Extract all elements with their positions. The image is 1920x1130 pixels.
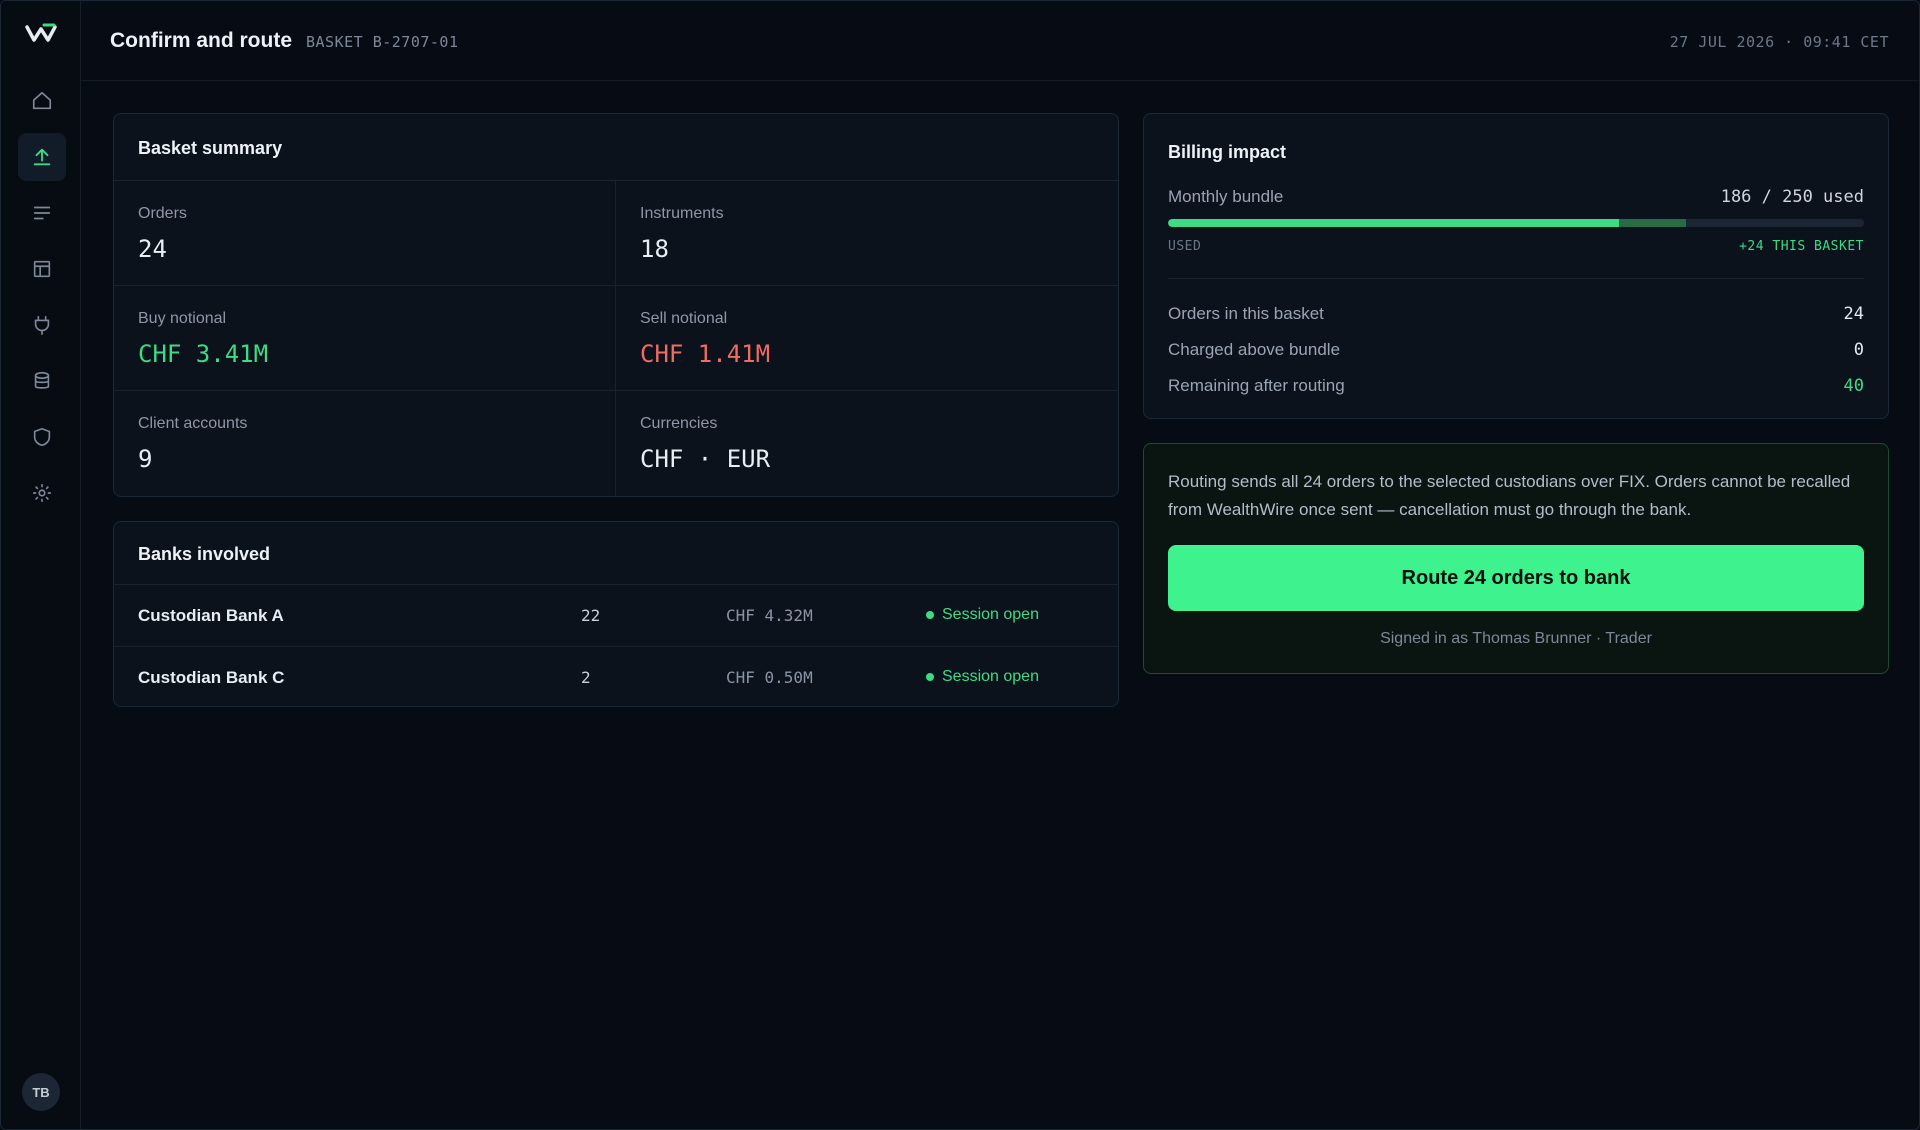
basket-caption: +24 THIS BASKET bbox=[1739, 239, 1864, 254]
stat-value: 18 bbox=[640, 235, 669, 263]
stat-value: CHF 3.41M bbox=[138, 340, 269, 368]
stat-value: 9 bbox=[138, 445, 153, 473]
bank-notional: CHF 0.50M bbox=[726, 668, 813, 687]
layout-icon bbox=[33, 260, 51, 278]
stat-label: Instruments bbox=[640, 205, 724, 222]
status-dot-icon bbox=[926, 611, 934, 619]
billing-impact-title: Billing impact bbox=[1168, 142, 1287, 162]
sidebar: TB bbox=[1, 1, 81, 1129]
billing-row-value: 0 bbox=[1853, 340, 1864, 360]
database-icon bbox=[34, 371, 50, 389]
sidebar-item-orders[interactable] bbox=[18, 189, 66, 237]
session-status-badge: Session open bbox=[926, 606, 1039, 624]
summary-grid: Orders 24 Instruments 18 Buy notional CH… bbox=[114, 180, 1118, 496]
stat-value: CHF · EUR bbox=[640, 445, 771, 473]
bundle-used-text: 186 / 250 used bbox=[1720, 187, 1864, 207]
stat-label: Client accounts bbox=[138, 415, 248, 432]
billing-row-value: 24 bbox=[1843, 304, 1864, 324]
signed-in-text: Signed in as Thomas Brunner · Trader bbox=[1380, 630, 1652, 647]
billing-row-remaining: Remaining after routing 40 bbox=[1168, 376, 1864, 400]
sidebar-item-route[interactable] bbox=[18, 133, 66, 181]
upload-icon bbox=[33, 148, 51, 166]
stat-label: Buy notional bbox=[138, 310, 227, 327]
bank-notional: CHF 4.32M bbox=[726, 606, 813, 625]
stat-instruments: Instruments 18 bbox=[616, 181, 1118, 286]
billing-row-label: Remaining after routing bbox=[1168, 376, 1345, 395]
bundle-used-fill bbox=[1168, 219, 1619, 227]
billing-row-value: 40 bbox=[1843, 376, 1864, 396]
bank-row[interactable]: Custodian Bank A 22 CHF 4.32M Session op… bbox=[114, 585, 1118, 647]
billing-impact-card: Billing impact Monthly bundle 186 / 250 … bbox=[1143, 113, 1889, 419]
used-caption: USED bbox=[1168, 239, 1202, 254]
banks-involved-title: Banks involved bbox=[138, 544, 271, 564]
settings-icon bbox=[32, 483, 52, 503]
billing-row-label: Orders in this basket bbox=[1168, 304, 1324, 323]
app-window: TB Confirm and route BASKET B-2707-01 27… bbox=[0, 0, 1920, 1130]
sidebar-item-home[interactable] bbox=[18, 77, 66, 125]
stat-client-accounts: Client accounts 9 bbox=[114, 391, 616, 496]
stat-buy-notional: Buy notional CHF 3.41M bbox=[114, 286, 616, 391]
billing-row-label: Charged above bundle bbox=[1168, 340, 1341, 359]
stat-label: Sell notional bbox=[640, 310, 728, 327]
stat-orders: Orders 24 bbox=[114, 181, 616, 286]
bundle-basket-fill bbox=[1619, 219, 1686, 227]
status-dot-icon bbox=[926, 673, 934, 681]
home-icon bbox=[32, 91, 52, 110]
billing-row-orders: Orders in this basket 24 bbox=[1168, 304, 1864, 328]
stat-value: 24 bbox=[138, 235, 167, 263]
divider bbox=[1168, 278, 1864, 279]
session-status-text: Session open bbox=[942, 606, 1039, 623]
session-status-badge: Session open bbox=[926, 668, 1039, 686]
plug-icon bbox=[34, 315, 50, 335]
bank-list: Custodian Bank A 22 CHF 4.32M Session op… bbox=[114, 584, 1118, 709]
datetime: 27 JUL 2026 · 09:41 CET bbox=[1669, 33, 1889, 51]
list-icon bbox=[33, 206, 51, 220]
bundle-label: Monthly bundle bbox=[1168, 187, 1284, 206]
route-confirm-card: Routing sends all 24 orders to the selec… bbox=[1143, 443, 1889, 674]
sidebar-item-compliance[interactable] bbox=[18, 413, 66, 461]
sidebar-item-data[interactable] bbox=[18, 357, 66, 405]
stat-currencies: Currencies CHF · EUR bbox=[616, 391, 1118, 496]
stat-label: Currencies bbox=[640, 415, 718, 432]
stat-label: Orders bbox=[138, 205, 187, 222]
bundle-progress-bar bbox=[1168, 219, 1864, 227]
bank-name: Custodian Bank A bbox=[138, 606, 284, 625]
bank-order-count: 22 bbox=[581, 606, 601, 625]
shield-icon bbox=[33, 427, 51, 447]
wealthwire-logo-icon[interactable] bbox=[25, 21, 57, 45]
basket-summary-title: Basket summary bbox=[138, 138, 283, 158]
page-header: Confirm and route BASKET B-2707-01 27 JU… bbox=[81, 1, 1919, 81]
sidebar-item-settings[interactable] bbox=[18, 469, 66, 517]
route-orders-button[interactable]: Route 24 orders to bank bbox=[1168, 545, 1864, 611]
avatar[interactable]: TB bbox=[22, 1073, 60, 1111]
page-title: Confirm and route bbox=[110, 29, 292, 52]
bank-row[interactable]: Custodian Bank C 2 CHF 0.50M Session ope… bbox=[114, 647, 1118, 709]
session-status-text: Session open bbox=[942, 668, 1039, 685]
bank-order-count: 2 bbox=[581, 668, 591, 687]
stat-sell-notional: Sell notional CHF 1.41M bbox=[616, 286, 1118, 391]
sidebar-item-layout[interactable] bbox=[18, 245, 66, 293]
bank-name: Custodian Bank C bbox=[138, 668, 285, 687]
stat-value: CHF 1.41M bbox=[640, 340, 771, 368]
banks-involved-card: Banks involved Custodian Bank A 22 CHF 4… bbox=[113, 521, 1119, 707]
basket-summary-card: Basket summary Orders 24 Instruments 18 … bbox=[113, 113, 1119, 497]
routing-warning-text: Routing sends all 24 orders to the selec… bbox=[1168, 472, 1851, 519]
billing-row-charged: Charged above bundle 0 bbox=[1168, 340, 1864, 364]
sidebar-item-connections[interactable] bbox=[18, 301, 66, 349]
basket-id: BASKET B-2707-01 bbox=[306, 33, 459, 51]
